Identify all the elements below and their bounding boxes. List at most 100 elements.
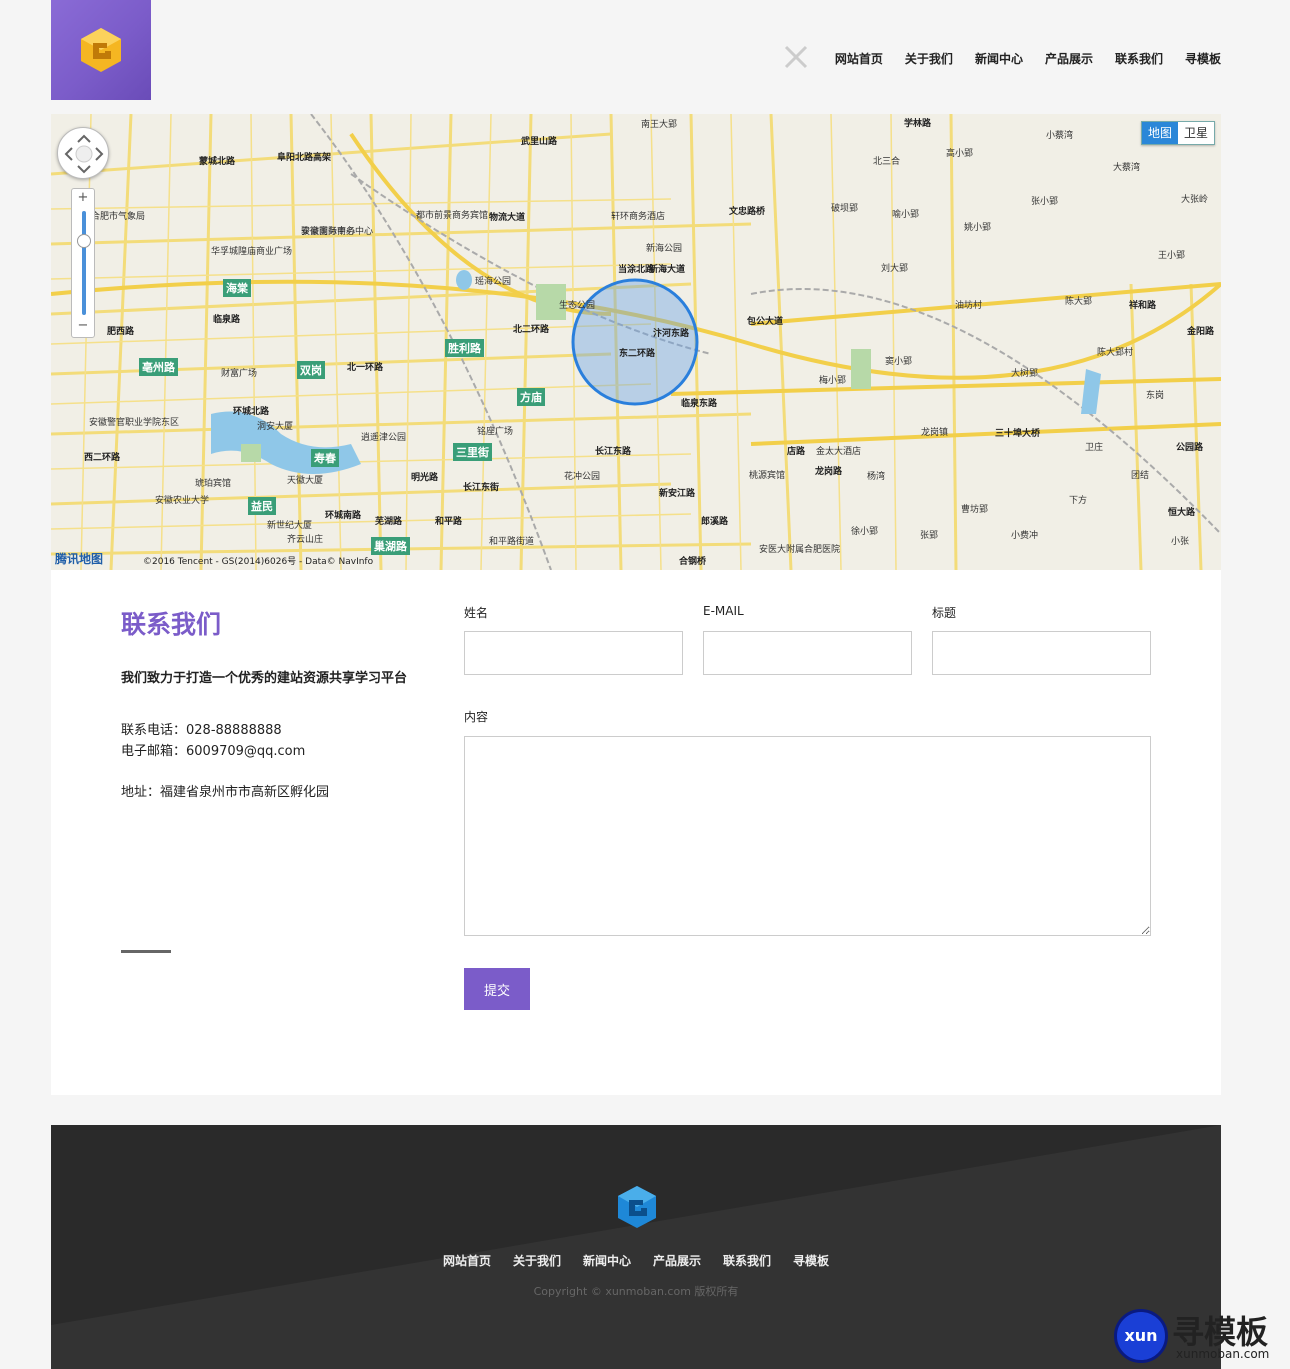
submit-button[interactable]: 提交 <box>464 968 530 1010</box>
map-label: 花冲公园 <box>564 472 601 482</box>
zoom-track[interactable] <box>82 211 86 315</box>
map-label: 物流大道 <box>489 213 526 223</box>
nav-home[interactable]: 网站首页 <box>835 50 883 67</box>
map-label: 齐云山庄 <box>287 535 324 545</box>
map-label: 生态公园 <box>559 301 596 311</box>
site-logo[interactable] <box>51 0 151 100</box>
map-label: 龙岗路 <box>815 467 843 477</box>
map-label: 油坊村 <box>955 301 983 311</box>
contact-address: 地址：福建省泉州市市高新区孵化园 <box>121 785 330 800</box>
footer-nav-products[interactable]: 产品展示 <box>653 1252 701 1269</box>
pan-arrows-icon <box>64 134 104 174</box>
map-roads <box>51 114 1221 570</box>
map-label: 临泉路 <box>213 315 241 325</box>
nav-products[interactable]: 产品展示 <box>1045 50 1093 67</box>
map-label: 安医大附属合肥医院 <box>759 545 841 555</box>
map-label: 都市前景商务宾馆 <box>416 211 489 221</box>
map-tag: 海棠 <box>223 279 251 297</box>
map-label: 蒙城北路 <box>199 157 236 167</box>
map-tag: 巢湖路 <box>371 537 410 555</box>
map-label: 学林路 <box>904 119 932 129</box>
map-label: 琥珀宾馆 <box>195 479 232 489</box>
map-tag: 胜利路 <box>445 339 484 357</box>
contact-email: 电子邮箱：6009709@qq.com <box>121 744 306 759</box>
map-label: 高小郢 <box>946 149 974 159</box>
map-label: 文忠路桥 <box>729 207 766 217</box>
close-icon[interactable] <box>784 45 808 69</box>
map-label: 合肥市气象局 <box>91 212 146 222</box>
map-label: 新海大道 <box>649 265 686 275</box>
watermark-url: xunmoban.com <box>1176 1347 1270 1361</box>
subject-input[interactable] <box>932 631 1151 675</box>
map-tag: 双岗 <box>297 361 325 379</box>
nav-about[interactable]: 关于我们 <box>905 50 953 67</box>
name-input[interactable] <box>464 631 683 675</box>
map-credit: ©2016 Tencent - GS(2014)6026号 - Data© Na… <box>143 557 374 567</box>
map-label: 小蔡湾 <box>1046 131 1074 141</box>
map-label: 长江东街 <box>463 483 500 493</box>
email-label: E-MAIL <box>703 604 744 618</box>
map-label: 王小郢 <box>1158 251 1186 261</box>
map-label: 卫庄 <box>1085 443 1104 453</box>
map-pan-control[interactable] <box>57 127 109 179</box>
map-type-satellite[interactable]: 卫星 <box>1178 122 1214 144</box>
map-label: 北二环路 <box>513 325 550 335</box>
map-type-map[interactable]: 地图 <box>1141 122 1178 144</box>
map-label: 安徽警官职业学院东区 <box>89 418 180 428</box>
map-label: 张郢 <box>920 531 939 541</box>
zoom-out-button[interactable]: − <box>72 317 94 335</box>
map-label: 祥和路 <box>1129 301 1157 311</box>
map-view[interactable]: 武里山路 合肥市气象局 安徽国际商务中心 华孚城隍庙商业广场 临泉路 瑶海公园 … <box>51 114 1221 570</box>
map-label: 环城南路 <box>325 511 362 521</box>
map-label: 陈大郢 <box>1065 297 1093 307</box>
footer-nav-about[interactable]: 关于我们 <box>513 1252 561 1269</box>
map-label: 恒大路 <box>1168 508 1196 518</box>
map-label: 洞安大厦 <box>257 422 294 432</box>
footer-nav-contact[interactable]: 联系我们 <box>723 1252 771 1269</box>
map-label: 南王大郢 <box>641 120 678 130</box>
map-label: 曹坊郢 <box>961 505 989 515</box>
map-type-toggle: 地图 卫星 <box>1140 121 1215 145</box>
map-label: 北三合 <box>873 157 901 167</box>
map-label: 武里山路 <box>521 137 558 147</box>
map-label: 华孚城隍庙商业广场 <box>211 247 293 257</box>
map-label: 金阳路 <box>1187 327 1215 337</box>
map-label: 芜湖路 <box>375 517 403 527</box>
map-label: 破坝郢 <box>831 204 859 214</box>
map-tag: 三里街 <box>453 443 492 461</box>
contact-phone: 联系电话：028-88888888 <box>121 723 282 738</box>
map-label: 肥西路 <box>107 327 135 337</box>
map-label: 逍遥津公园 <box>361 433 407 443</box>
map-label: 三十埠大桥 <box>995 429 1041 439</box>
map-label: 明光路 <box>411 473 439 483</box>
subject-label: 标题 <box>932 606 957 620</box>
content-textarea[interactable] <box>464 736 1151 936</box>
copyright-text: Copyright © xunmoban.com 版权所有 <box>533 1285 739 1298</box>
nav-contact[interactable]: 联系我们 <box>1115 50 1163 67</box>
watermark-badge: xun 寻模板 xunmoban.com <box>1114 1307 1284 1365</box>
contact-section: 联系我们 我们致力于打造一个优秀的建站资源共享学习平台 联系电话：028-888… <box>51 570 1221 1095</box>
zoom-in-button[interactable]: + <box>72 189 94 207</box>
map-label: 北一环路 <box>347 363 384 373</box>
map-label: 轩环商务酒店 <box>611 212 666 222</box>
map-label: 环城北路 <box>233 407 270 417</box>
contact-title: 联系我们 <box>121 610 222 639</box>
footer-nav-home[interactable]: 网站首页 <box>443 1252 491 1269</box>
footer-nav-news[interactable]: 新闻中心 <box>583 1252 631 1269</box>
map-label: 新世纪大厦 <box>267 521 313 531</box>
zoom-slider-handle[interactable] <box>77 234 91 248</box>
map-label: 汴河东路 <box>653 329 690 339</box>
map-label: 和平路 <box>435 517 463 527</box>
map-label: 龙岗镇 <box>921 428 949 438</box>
map-label: 东二环路 <box>619 349 656 359</box>
map-label: 长江东路 <box>595 447 632 457</box>
map-label: 西二环路 <box>84 453 121 463</box>
map-label: 店路 <box>787 447 806 457</box>
nav-news[interactable]: 新闻中心 <box>975 50 1023 67</box>
map-label: 张小郢 <box>1031 197 1059 207</box>
map-label: 郎溪路 <box>701 517 729 527</box>
email-input[interactable] <box>703 631 912 675</box>
footer-nav-templates[interactable]: 寻模板 <box>793 1252 829 1269</box>
logo-g-icon <box>81 28 121 72</box>
nav-templates[interactable]: 寻模板 <box>1185 50 1221 67</box>
